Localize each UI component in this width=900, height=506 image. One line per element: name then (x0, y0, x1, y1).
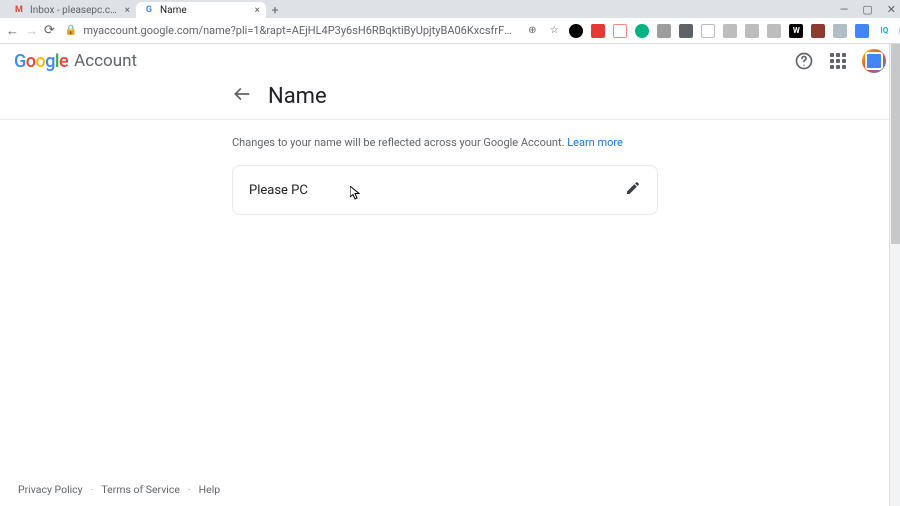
google-favicon-icon: G (144, 5, 154, 15)
bookmark-star-icon[interactable]: ☆ (547, 24, 561, 38)
page-description: Changes to your name will be reflected a… (232, 136, 660, 149)
extension-icon[interactable]: IQ (877, 24, 891, 38)
back-arrow-icon[interactable] (232, 84, 252, 109)
page-title-row: Name (0, 78, 900, 120)
extension-icon[interactable] (635, 24, 649, 38)
browser-toolbar: ← → ⟳ 🔒 myaccount.google.com/name?pli=1&… (0, 18, 900, 44)
extension-icon[interactable] (613, 24, 627, 38)
extension-icon[interactable] (679, 24, 693, 38)
vertical-scrollbar[interactable] (889, 44, 900, 506)
window-controls: — ▢ ✕ (840, 0, 896, 18)
learn-more-link[interactable]: Learn more (567, 136, 623, 149)
browser-tab-name[interactable]: G Name × (136, 2, 266, 18)
nav-forward-icon: → (25, 23, 38, 39)
extension-icon[interactable] (723, 24, 737, 38)
terms-of-service-link[interactable]: Terms of Service (101, 483, 180, 496)
description-text: Changes to your name will be reflected a… (232, 136, 567, 149)
extension-icon[interactable]: W (789, 24, 803, 38)
window-close-icon[interactable]: ✕ (887, 3, 896, 16)
extension-icon[interactable] (767, 24, 781, 38)
help-icon[interactable] (794, 51, 814, 71)
extension-icon[interactable] (591, 24, 605, 38)
page-body: Changes to your name will be reflected a… (0, 120, 660, 215)
page-title: Name (268, 84, 327, 109)
name-value: Please PC (249, 183, 308, 198)
edit-pencil-icon[interactable] (625, 180, 641, 200)
lock-icon: 🔒 (65, 25, 77, 36)
extension-icon[interactable] (745, 24, 759, 38)
footer-separator: · (188, 483, 191, 496)
google-apps-icon[interactable] (828, 51, 848, 71)
tab-close-icon[interactable]: × (255, 5, 260, 16)
help-link[interactable]: Help (199, 483, 221, 496)
browser-tab-strip: M Inbox - pleasepc.com@gmail.co × G Name… (0, 0, 900, 18)
scrollbar-thumb[interactable] (891, 44, 900, 244)
zoom-icon[interactable]: ⊕ (525, 24, 539, 38)
extension-icon[interactable] (811, 24, 825, 38)
extension-icon[interactable] (855, 24, 869, 38)
name-card[interactable]: Please PC (232, 165, 658, 215)
tab-title: Inbox - pleasepc.com@gmail.co (30, 5, 119, 16)
tab-close-icon[interactable]: × (125, 5, 130, 16)
window-maximize-icon[interactable]: ▢ (862, 3, 872, 16)
account-label: Account (74, 51, 137, 71)
app-header: Google Account (0, 44, 900, 78)
google-account-logo[interactable]: Google Account (14, 51, 137, 72)
gmail-favicon-icon: M (14, 5, 24, 15)
toolbar-icons: ⊕ ☆ W IQ P Paused ⋮ (525, 22, 900, 40)
extension-icon[interactable] (833, 24, 847, 38)
url-text: myaccount.google.com/name?pli=1&rapt=AEj… (83, 24, 513, 37)
nav-back-icon[interactable]: ← (6, 23, 19, 39)
extension-icon[interactable] (701, 24, 715, 38)
new-tab-button[interactable]: + (266, 2, 284, 18)
google-logo-text: Google (14, 51, 68, 72)
window-minimize-icon[interactable]: — (840, 3, 849, 16)
privacy-policy-link[interactable]: Privacy Policy (18, 483, 83, 496)
extension-icon[interactable] (569, 24, 583, 38)
browser-tab-inbox[interactable]: M Inbox - pleasepc.com@gmail.co × (6, 2, 136, 18)
account-avatar[interactable] (862, 49, 886, 73)
page-footer: Privacy Policy · Terms of Service · Help (18, 483, 220, 496)
address-bar[interactable]: 🔒 myaccount.google.com/name?pli=1&rapt=A… (65, 24, 513, 37)
nav-reload-icon[interactable]: ⟳ (44, 23, 55, 38)
footer-separator: · (91, 483, 94, 496)
extension-icon[interactable] (657, 24, 671, 38)
tab-title: Name (160, 5, 249, 16)
